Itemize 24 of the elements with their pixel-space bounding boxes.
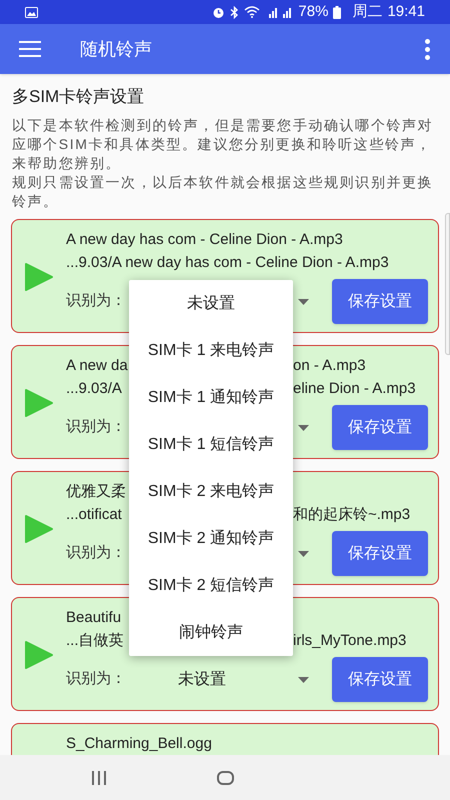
identify-label: 识别为： — [66, 669, 127, 690]
ringtone-title: on - A.mp3 — [293, 356, 366, 376]
identify-label: 识别为： — [66, 543, 127, 564]
ringtone-title: Beautifu — [66, 608, 122, 628]
ringtone-path: ...自做英 — [66, 631, 125, 652]
battery-percent: 78% — [298, 2, 328, 22]
ringtone-path: ...otificat — [66, 505, 123, 526]
identify-label: 识别为： — [66, 291, 127, 312]
identify-label: 识别为： — [66, 417, 127, 438]
ringtone-path: eline Dion - A.mp3 — [293, 379, 416, 400]
ringtone-title: A new day has com - Celine Dion - A.mp3 — [66, 230, 343, 250]
ringtone-path: irls_MyTone.mp3 — [293, 631, 406, 652]
ringtone-title: A new da — [66, 356, 129, 376]
status-time: 19:41 — [387, 2, 425, 22]
ringtone-path: ...9.03/A — [66, 379, 123, 400]
ringtone-title: S_Charming_Bell.ogg — [66, 734, 212, 754]
ringtone-title: 优雅又柔 — [66, 482, 126, 502]
description-text: 以下是本软件检测到的铃声，但是需要您手动确认哪个铃声对应哪个SIM卡和具体类型。建议您分别更换和聆听这些铃声，来帮助您辨别。 — [12, 116, 434, 173]
page-heading: 多SIM卡铃声设置 — [12, 86, 146, 108]
ringtone-path: ...9.03/A new day has com - Celine Dion - A.mp3 — [66, 253, 389, 274]
ringtone-path: 和的起床铃~.mp3 — [293, 505, 410, 526]
description-text: 规则只需设置一次，以后本软件就会根据这些规则识别并更换铃声。 — [12, 173, 434, 211]
status-day: 周二 — [352, 0, 382, 24]
app-title: 随机铃声 — [80, 38, 152, 60]
